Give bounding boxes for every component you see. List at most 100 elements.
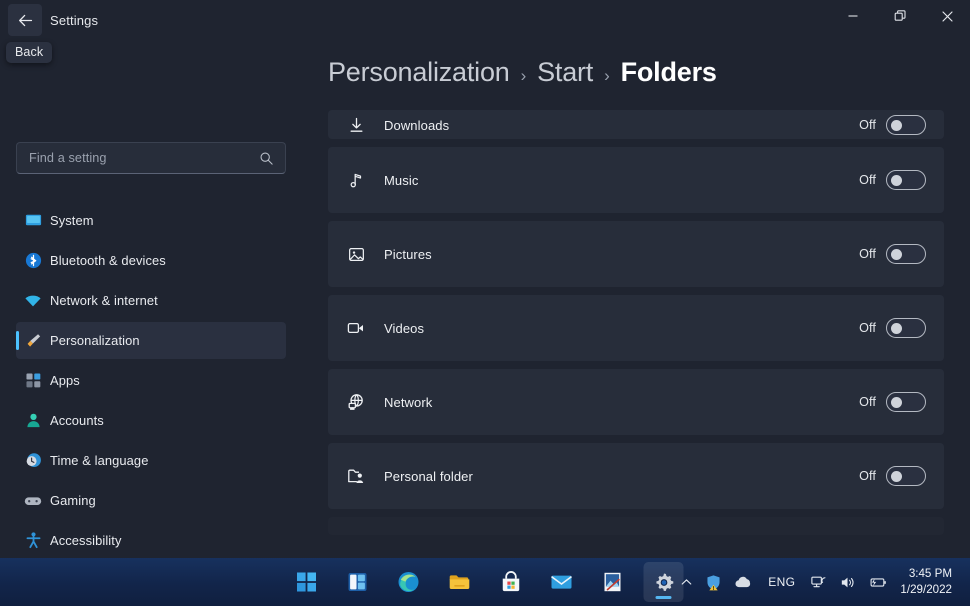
clock[interactable]: 3:45 PM 1/29/2022 [894, 558, 962, 606]
sidebar-item-time-language[interactable]: Time & language [16, 442, 286, 479]
onedrive-button[interactable] [728, 558, 759, 606]
taskbar: ENG 3:45 PM 1/29/2022 [0, 558, 970, 606]
gear-icon [655, 572, 673, 591]
close-button[interactable] [924, 0, 970, 32]
sidebar-item-bluetooth-devices[interactable]: Bluetooth & devices [16, 242, 286, 279]
folder-row-pictures[interactable]: Pictures Off [328, 221, 944, 287]
folder-toggle-network[interactable] [886, 392, 926, 412]
paintbrush-icon [16, 331, 50, 350]
speaker-icon [842, 577, 854, 587]
download-icon [328, 116, 384, 135]
sidebar-item-personalization[interactable]: Personalization [16, 322, 286, 359]
folder-row-downloads[interactable]: Downloads Off [328, 110, 944, 139]
file-explorer-button[interactable] [440, 562, 480, 602]
defender-button[interactable] [699, 558, 728, 606]
sidebar-item-label: Network & internet [50, 293, 158, 308]
folder-label: Network [384, 394, 433, 410]
search-placeholder: Find a setting [29, 151, 107, 165]
minimize-button[interactable] [830, 0, 876, 32]
folder-row-videos[interactable]: Videos Off [328, 295, 944, 361]
toggle-state-label: Off [859, 321, 876, 335]
photos-button[interactable] [593, 562, 633, 602]
folder-toggle-pictures[interactable] [886, 244, 926, 264]
sidebar-item-apps[interactable]: Apps [16, 362, 286, 399]
chevron-up-icon [681, 578, 692, 585]
toggle-state-label: Off [859, 395, 876, 409]
tray-overflow-button[interactable] [674, 558, 699, 606]
sidebar-item-label: Apps [50, 373, 80, 388]
bluetooth-icon [16, 251, 50, 270]
photos-icon [604, 572, 621, 592]
folder-row-music[interactable]: Music Off [328, 147, 944, 213]
breadcrumb-item-personalization[interactable]: Personalization [328, 57, 510, 88]
breadcrumb-item-start[interactable]: Start [537, 57, 593, 88]
folders-list: Downloads Off Music Off Pictures Off Vid… [328, 110, 944, 558]
active-app-indicator [655, 596, 672, 599]
wifi-icon [16, 291, 50, 311]
maximize-button[interactable] [877, 0, 923, 32]
main-content: Personalization › Start › Folders Downlo… [300, 40, 970, 558]
sidebar-item-label: Bluetooth & devices [50, 253, 166, 268]
start-button[interactable] [287, 562, 327, 602]
toggle-knob [891, 397, 902, 408]
mail-button[interactable] [542, 562, 582, 602]
network-button[interactable] [804, 558, 833, 606]
folder-label: Downloads [384, 117, 450, 133]
breadcrumb-item-folders: Folders [620, 57, 717, 87]
sidebar-item-system[interactable]: System [16, 202, 286, 239]
clock-globe-icon [16, 451, 50, 470]
folder-label: Pictures [384, 246, 432, 262]
folder-label: Personal folder [384, 468, 473, 484]
battery-button[interactable] [862, 558, 894, 606]
accessibility-icon [16, 531, 50, 550]
breadcrumb-separator: › [520, 66, 527, 85]
sidebar-item-label: Gaming [50, 493, 96, 508]
folder-row-personal-folder[interactable]: Personal folder Off [328, 443, 944, 509]
settings-window: Back Settings Find a setting System Blue… [0, 0, 970, 558]
folder-label: Music [384, 172, 419, 188]
back-button[interactable] [8, 4, 42, 36]
edge-icon [398, 572, 419, 592]
microsoft-store-button[interactable] [491, 562, 531, 602]
toggle-knob [891, 323, 902, 334]
minimize-icon [848, 15, 858, 17]
folder-row-network[interactable]: Network Off [328, 369, 944, 435]
search-input[interactable]: Find a setting [16, 142, 286, 174]
folder-row-partial[interactable] [328, 517, 944, 535]
store-icon [502, 570, 519, 591]
folder-toggle-videos[interactable] [886, 318, 926, 338]
shield-warning-icon [707, 574, 720, 590]
folder-toggle-music[interactable] [886, 170, 926, 190]
sidebar: Find a setting System Bluetooth & device… [0, 40, 300, 558]
widgets-button[interactable] [338, 562, 378, 602]
windows-logo-icon [297, 572, 316, 592]
picture-icon [328, 245, 384, 264]
network-globe-icon [328, 392, 384, 412]
sidebar-item-gaming[interactable]: Gaming [16, 482, 286, 519]
back-arrow-icon [18, 14, 32, 26]
volume-button[interactable] [833, 558, 862, 606]
widgets-icon [348, 573, 367, 591]
toggle-knob [891, 175, 902, 186]
sidebar-item-network-internet[interactable]: Network & internet [16, 282, 286, 319]
sidebar-item-accessibility[interactable]: Accessibility [16, 522, 286, 558]
folder-toggle-personal-folder[interactable] [886, 466, 926, 486]
sidebar-item-accounts[interactable]: Accounts [16, 402, 286, 439]
toggle-knob [891, 471, 902, 482]
personal-folder-icon [328, 466, 384, 486]
gamepad-icon [16, 491, 50, 511]
folder-toggle-wrap: Off [859, 244, 944, 264]
folder-toggle-wrap: Off [859, 392, 944, 412]
folder-toggle-wrap: Off [859, 115, 944, 135]
folder-toggle-wrap: Off [859, 466, 944, 486]
restore-icon [894, 10, 906, 21]
network-icon [811, 576, 826, 587]
sidebar-item-label: Accessibility [50, 533, 122, 548]
folder-toggle-downloads[interactable] [886, 115, 926, 135]
person-icon [16, 411, 50, 430]
language-indicator[interactable]: ENG [759, 575, 804, 589]
edge-button[interactable] [389, 562, 429, 602]
selection-indicator [16, 331, 19, 350]
sidebar-item-label: System [50, 213, 94, 228]
music-note-icon [328, 171, 384, 190]
